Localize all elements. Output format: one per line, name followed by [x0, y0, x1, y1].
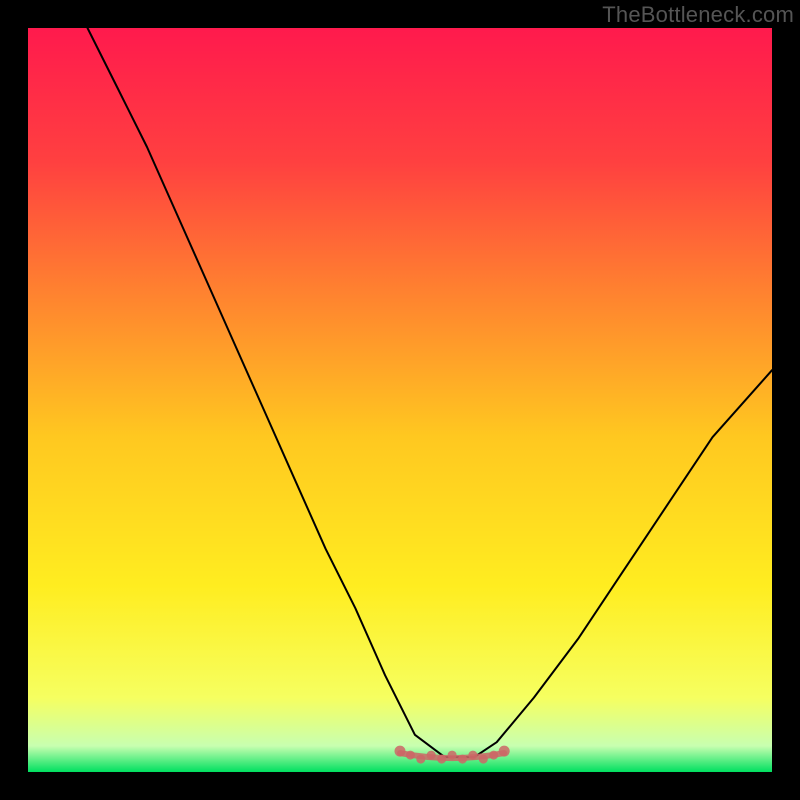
bottleneck-curve [28, 28, 772, 772]
chart-frame: TheBottleneck.com [0, 0, 800, 800]
watermark-text: TheBottleneck.com [602, 2, 794, 28]
plot-area [28, 28, 772, 772]
curve-minimum-marker [395, 746, 510, 764]
